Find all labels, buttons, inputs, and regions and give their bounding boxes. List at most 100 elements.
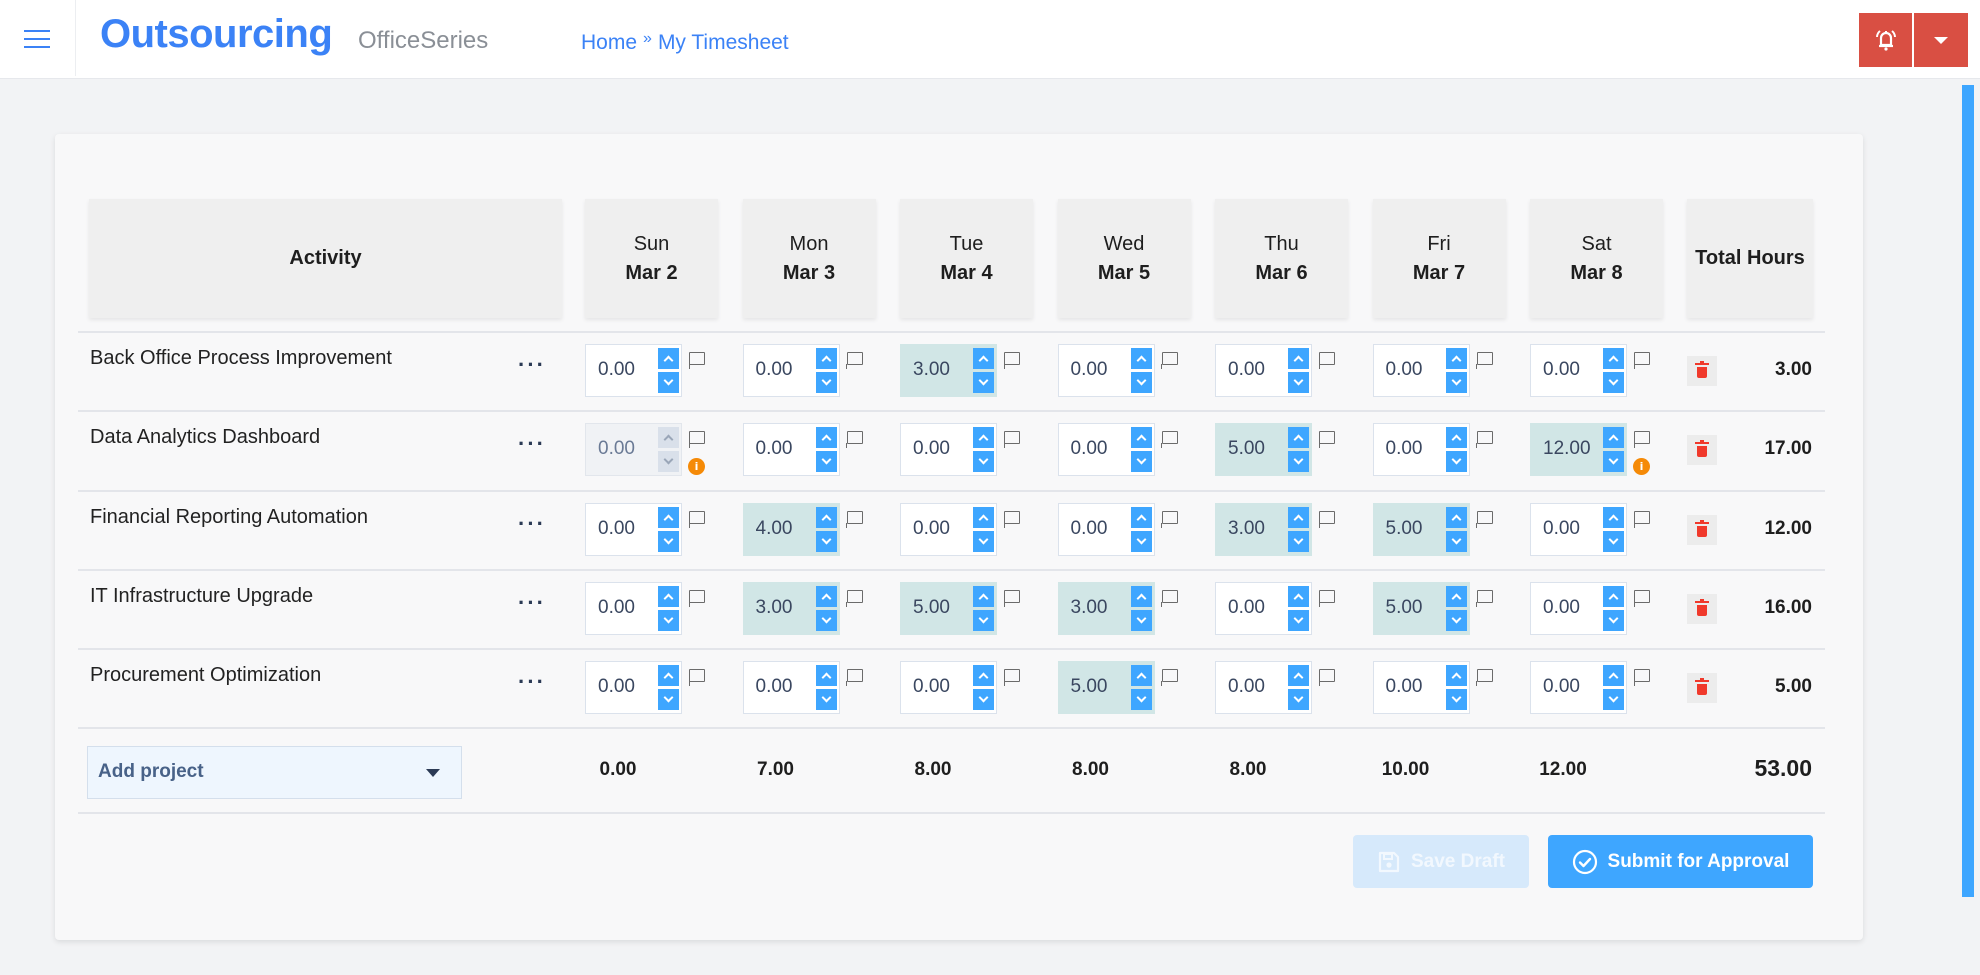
- hours-input-tue[interactable]: [900, 344, 997, 397]
- hours-field[interactable]: [1058, 583, 1129, 633]
- hours-field[interactable]: [901, 345, 971, 395]
- hours-field[interactable]: [1373, 424, 1444, 474]
- decrement-button[interactable]: [1288, 689, 1309, 710]
- increment-button[interactable]: [1445, 348, 1467, 369]
- increment-button[interactable]: [658, 665, 679, 686]
- hours-field[interactable]: [743, 345, 814, 395]
- alerts-dropdown-button[interactable]: [1914, 13, 1968, 67]
- hours-input-tue[interactable]: [900, 661, 997, 714]
- hours-field[interactable]: [901, 662, 971, 712]
- increment-button[interactable]: [1603, 348, 1624, 369]
- increment-button[interactable]: [815, 348, 837, 369]
- increment-button[interactable]: [973, 348, 994, 369]
- increment-button[interactable]: [1130, 427, 1152, 448]
- hours-field[interactable]: [1216, 504, 1286, 554]
- decrement-button[interactable]: [1130, 689, 1152, 710]
- breadcrumb-home[interactable]: Home: [581, 31, 637, 55]
- comment-icon[interactable]: [1318, 431, 1335, 448]
- decrement-button[interactable]: [1130, 610, 1152, 631]
- comment-icon[interactable]: [1633, 669, 1650, 686]
- decrement-button[interactable]: [1445, 689, 1467, 710]
- comment-icon[interactable]: [1476, 669, 1493, 686]
- comment-icon[interactable]: [846, 431, 863, 448]
- brand-title[interactable]: Outsourcing: [100, 12, 333, 57]
- increment-button[interactable]: [658, 507, 679, 528]
- info-warning-icon[interactable]: i: [688, 458, 705, 475]
- hours-field[interactable]: [743, 504, 814, 554]
- comment-icon[interactable]: [688, 590, 705, 607]
- decrement-button[interactable]: [815, 451, 837, 472]
- row-options-button[interactable]: ···: [518, 669, 546, 695]
- comment-icon[interactable]: [1161, 590, 1178, 607]
- decrement-button[interactable]: [1603, 372, 1624, 393]
- hours-field[interactable]: [586, 583, 656, 633]
- hours-field[interactable]: [901, 583, 971, 633]
- breadcrumb-my-timesheet[interactable]: My Timesheet: [658, 31, 789, 55]
- hours-input-wed[interactable]: [1057, 423, 1155, 476]
- increment-button[interactable]: [1603, 427, 1624, 448]
- comment-icon[interactable]: [1476, 431, 1493, 448]
- increment-button[interactable]: [1603, 586, 1624, 607]
- increment-button[interactable]: [1130, 586, 1152, 607]
- hours-field[interactable]: [1373, 345, 1444, 395]
- menu-icon[interactable]: [22, 26, 52, 52]
- comment-icon[interactable]: [1161, 431, 1178, 448]
- hours-input-sun[interactable]: [585, 503, 682, 556]
- comment-icon[interactable]: [1003, 352, 1020, 369]
- increment-button[interactable]: [1130, 348, 1152, 369]
- decrement-button[interactable]: [1288, 610, 1309, 631]
- comment-icon[interactable]: [1633, 352, 1650, 369]
- hours-input-wed[interactable]: [1057, 503, 1155, 556]
- hours-input-sat[interactable]: [1530, 582, 1627, 635]
- increment-button[interactable]: [658, 348, 679, 369]
- decrement-button[interactable]: [973, 451, 994, 472]
- increment-button[interactable]: [1445, 507, 1467, 528]
- decrement-button[interactable]: [1603, 689, 1624, 710]
- row-options-button[interactable]: ···: [518, 511, 546, 537]
- row-options-button[interactable]: ···: [518, 431, 546, 457]
- comment-icon[interactable]: [1161, 669, 1178, 686]
- hours-input-sat[interactable]: [1530, 344, 1627, 397]
- decrement-button[interactable]: [658, 689, 679, 710]
- hours-input-tue[interactable]: [900, 503, 997, 556]
- hours-input-thu[interactable]: [1215, 582, 1312, 635]
- hours-input-sat[interactable]: [1530, 661, 1627, 714]
- hours-input-mon[interactable]: [742, 503, 840, 556]
- decrement-button[interactable]: [1288, 372, 1309, 393]
- comment-icon[interactable]: [688, 511, 705, 528]
- page-scrollbar[interactable]: [1962, 85, 1974, 897]
- hours-input-tue[interactable]: [900, 582, 997, 635]
- comment-icon[interactable]: [1161, 352, 1178, 369]
- hours-field[interactable]: [586, 662, 656, 712]
- increment-button[interactable]: [1288, 665, 1309, 686]
- decrement-button[interactable]: [815, 372, 837, 393]
- decrement-button[interactable]: [1445, 531, 1467, 552]
- row-options-button[interactable]: ···: [518, 590, 546, 616]
- hours-input-thu[interactable]: [1215, 344, 1312, 397]
- info-warning-icon[interactable]: i: [1633, 458, 1650, 475]
- hours-field[interactable]: [1216, 424, 1286, 474]
- comment-icon[interactable]: [1318, 352, 1335, 369]
- hours-input-sat[interactable]: [1530, 503, 1627, 556]
- decrement-button[interactable]: [815, 610, 837, 631]
- hours-field[interactable]: [743, 662, 814, 712]
- hours-field[interactable]: [1216, 345, 1286, 395]
- hours-input-sun[interactable]: [585, 661, 682, 714]
- hours-input-thu[interactable]: [1215, 503, 1312, 556]
- comment-icon[interactable]: [846, 669, 863, 686]
- hours-field[interactable]: [1373, 662, 1444, 712]
- increment-button[interactable]: [973, 427, 994, 448]
- increment-button[interactable]: [1603, 507, 1624, 528]
- increment-button[interactable]: [815, 427, 837, 448]
- comment-icon[interactable]: [1318, 590, 1335, 607]
- hours-field[interactable]: [1058, 345, 1129, 395]
- comment-icon[interactable]: [1476, 352, 1493, 369]
- decrement-button[interactable]: [815, 531, 837, 552]
- decrement-button[interactable]: [973, 372, 994, 393]
- increment-button[interactable]: [1130, 507, 1152, 528]
- decrement-button[interactable]: [658, 372, 679, 393]
- comment-icon[interactable]: [846, 352, 863, 369]
- decrement-button[interactable]: [1288, 451, 1309, 472]
- comment-icon[interactable]: [1161, 511, 1178, 528]
- submit-for-approval-button[interactable]: Submit for Approval: [1548, 835, 1813, 888]
